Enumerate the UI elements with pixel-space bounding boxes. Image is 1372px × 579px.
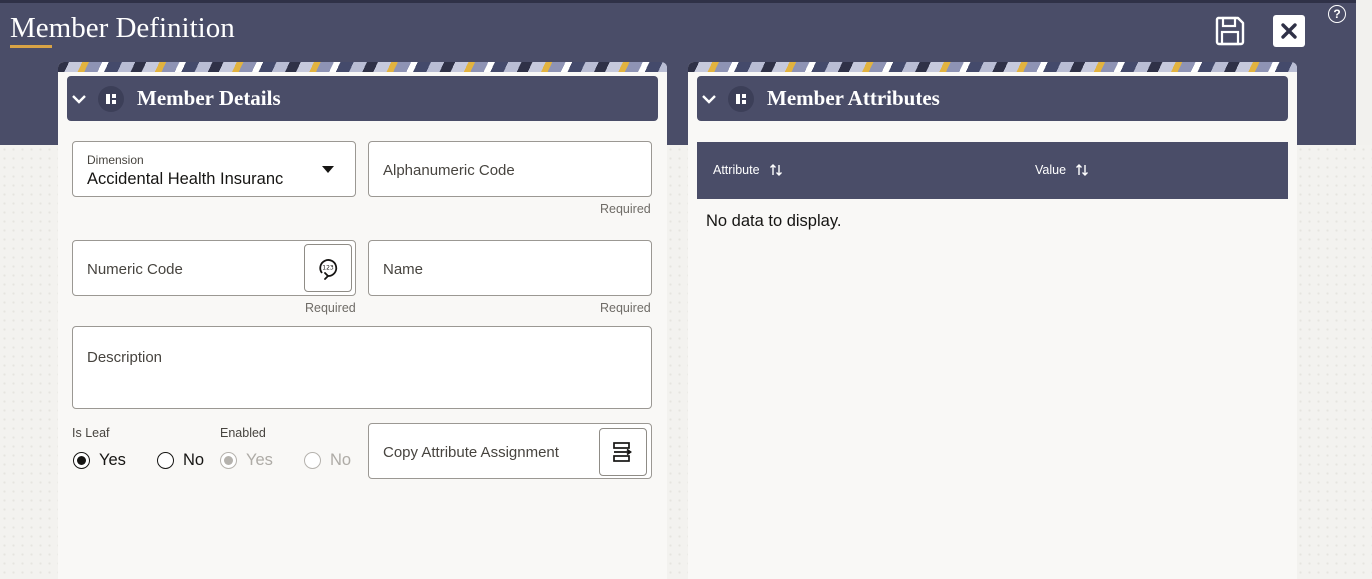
is-leaf-yes-radio[interactable]: Yes bbox=[73, 451, 126, 470]
alphanumeric-code-placeholder: Alphanumeric Code bbox=[383, 162, 515, 179]
member-details-header[interactable]: Member Details bbox=[67, 76, 658, 121]
close-button[interactable] bbox=[1273, 15, 1305, 47]
member-details-title: Member Details bbox=[137, 86, 281, 110]
is-leaf-no-label: No bbox=[183, 451, 205, 469]
empty-state-text: No data to display. bbox=[706, 212, 842, 230]
enabled-no-label: No bbox=[330, 451, 352, 469]
page-title: Member Definition bbox=[10, 12, 235, 44]
chevron-down-icon[interactable] bbox=[70, 90, 88, 108]
enabled-yes-label: Yes bbox=[246, 451, 273, 469]
alphanumeric-code-required: Required bbox=[600, 202, 651, 216]
help-icon[interactable]: ? bbox=[1328, 5, 1346, 23]
numeric-code-required: Required bbox=[305, 301, 356, 315]
column-header-attribute[interactable]: Attribute bbox=[713, 163, 783, 177]
radio-empty-icon bbox=[157, 452, 174, 469]
column-header-value[interactable]: Value bbox=[1035, 163, 1089, 177]
list-transfer-icon bbox=[613, 442, 632, 462]
section-icon bbox=[98, 85, 124, 112]
chevron-down-icon[interactable] bbox=[700, 90, 718, 108]
header-top-bar bbox=[0, 0, 1356, 3]
panel-decoration bbox=[688, 62, 1297, 72]
copy-attribute-button[interactable] bbox=[599, 428, 647, 476]
is-leaf-yes-label: Yes bbox=[99, 451, 126, 469]
generate-number-icon: 123 bbox=[319, 259, 338, 280]
alphanumeric-code-input[interactable]: Alphanumeric Code bbox=[368, 141, 652, 197]
name-required: Required bbox=[600, 301, 651, 315]
copy-attribute-assignment-placeholder: Copy Attribute Assignment bbox=[383, 444, 559, 461]
attributes-table-header: Attribute Value bbox=[697, 142, 1288, 199]
name-input[interactable]: Name bbox=[368, 240, 652, 296]
name-placeholder: Name bbox=[383, 261, 424, 278]
dimension-select[interactable]: Dimension Accidental Health Insuranc bbox=[72, 141, 356, 197]
grid-icon bbox=[106, 93, 116, 104]
panel-decoration bbox=[58, 62, 667, 72]
close-icon bbox=[1281, 23, 1297, 39]
numeric-code-placeholder: Numeric Code bbox=[87, 261, 183, 278]
member-attributes-panel: Member Attributes Attribute Value No dat… bbox=[688, 62, 1297, 579]
sort-icon bbox=[769, 164, 782, 176]
generate-code-button[interactable]: 123 bbox=[304, 244, 352, 292]
chevron-down-icon bbox=[322, 166, 334, 173]
section-icon bbox=[728, 85, 754, 112]
is-leaf-no-radio[interactable]: No bbox=[157, 451, 204, 470]
member-attributes-header[interactable]: Member Attributes bbox=[697, 76, 1288, 121]
enabled-no-radio: No bbox=[304, 451, 351, 470]
enabled-yes-radio: Yes bbox=[220, 451, 273, 470]
radio-selected-icon bbox=[220, 452, 237, 469]
member-attributes-title: Member Attributes bbox=[767, 86, 940, 110]
description-placeholder: Description bbox=[87, 349, 163, 366]
dimension-value: Accidental Health Insuranc bbox=[87, 170, 284, 188]
enabled-label: Enabled bbox=[220, 426, 266, 440]
is-leaf-label: Is Leaf bbox=[72, 426, 110, 440]
radio-selected-icon bbox=[73, 452, 90, 469]
column-label-value: Value bbox=[1035, 163, 1067, 177]
description-textarea[interactable]: Description bbox=[72, 326, 652, 409]
svg-text:123: 123 bbox=[322, 265, 334, 272]
member-details-panel: Member Details Dimension Accidental Heal… bbox=[58, 62, 667, 579]
grid-icon bbox=[736, 93, 746, 104]
save-button[interactable] bbox=[1213, 14, 1247, 48]
dimension-label: Dimension bbox=[87, 153, 144, 167]
sort-icon bbox=[1076, 164, 1089, 176]
radio-empty-icon bbox=[304, 452, 321, 469]
title-underline bbox=[10, 45, 52, 48]
save-icon bbox=[1215, 16, 1245, 46]
column-label-attribute: Attribute bbox=[713, 163, 760, 177]
